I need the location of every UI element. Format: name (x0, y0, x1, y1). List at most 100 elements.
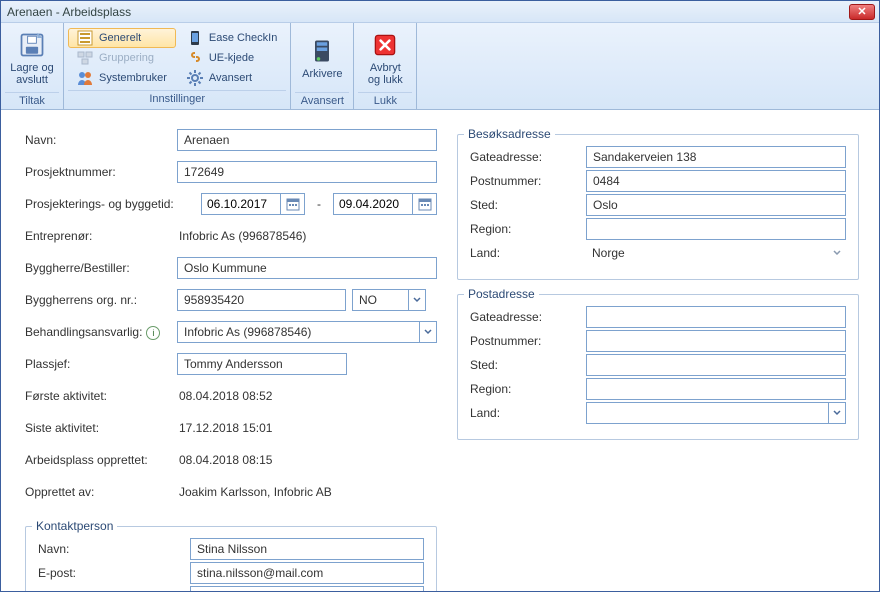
group-icon (77, 50, 93, 66)
besok-region-field[interactable] (586, 218, 846, 240)
siste-value: 17.12.2018 15:01 (177, 421, 272, 435)
label-opprettet: Arbeidsplass opprettet: (25, 453, 171, 467)
behandlings-combo[interactable] (177, 321, 437, 343)
byggherre-field[interactable] (177, 257, 437, 279)
label-post-sted: Sted: (470, 358, 580, 372)
ribbon-label-ue-kjede: UE-kjede (209, 52, 254, 64)
ribbon-btn-ue-kjede[interactable]: UE-kjede (178, 48, 286, 68)
besok-post-field[interactable] (586, 170, 846, 192)
byggherre-org-field[interactable] (177, 289, 346, 311)
besok-land-combo[interactable] (586, 242, 846, 264)
ribbon-group-avansert-label: Avansert (295, 92, 349, 109)
kontakt-mobil-field[interactable] (190, 586, 424, 591)
arkivere-label: Arkivere (302, 68, 342, 80)
ribbon-btn-avansert[interactable]: Avansert (178, 68, 286, 88)
label-prosjektnummer: Prosjektnummer: (25, 165, 171, 179)
ribbon-label-generelt: Generelt (99, 32, 141, 44)
post-gate-field[interactable] (586, 306, 846, 328)
chevron-down-icon (833, 246, 841, 260)
ribbon-group-lukk: Avbryt og lukk Lukk (354, 23, 417, 109)
date-from-picker-button[interactable] (281, 193, 305, 215)
ribbon-btn-systembruker[interactable]: Systembruker (68, 68, 176, 88)
kontakt-fieldset: Kontaktperson Navn: E-post: Mobiltelefon… (25, 526, 437, 591)
besok-legend: Besøksadresse (464, 127, 555, 141)
ribbon-btn-generelt[interactable]: Generelt (68, 28, 176, 48)
arkivere-button[interactable]: Arkivere (295, 26, 349, 90)
label-byggetid: Prosjekterings- og byggetid: (25, 197, 195, 211)
ribbon: Lagre og avslutt Tiltak Generelt Grupper… (1, 23, 879, 110)
label-siste: Siste aktivitet: (25, 421, 171, 435)
content-area: Navn: Prosjektnummer: Prosjekterings- og… (1, 110, 879, 591)
byggherre-country-combo[interactable] (352, 289, 426, 311)
close-button[interactable]: ✕ (849, 4, 875, 20)
date-from-box (201, 193, 305, 215)
behandlings-dropdown-button[interactable] (419, 321, 437, 343)
gear-icon (187, 70, 203, 86)
calendar-icon (285, 196, 301, 212)
date-to-picker-button[interactable] (413, 193, 437, 215)
chevron-down-icon (424, 325, 432, 339)
close-icon: ✕ (857, 5, 866, 18)
label-behandlings: Behandlingsansvarlig:i (25, 325, 171, 340)
date-from-field[interactable] (201, 193, 281, 215)
besok-gate-field[interactable] (586, 146, 846, 168)
besok-land-dropdown-button[interactable] (828, 242, 846, 264)
post-post-field[interactable] (586, 330, 846, 352)
behandlings-field[interactable] (177, 321, 419, 343)
prosjektnummer-field[interactable] (177, 161, 437, 183)
plassjef-field[interactable] (177, 353, 347, 375)
phone-icon (187, 30, 203, 46)
label-entreprenor: Entreprenør: (25, 229, 171, 243)
ribbon-btn-ease-checkin[interactable]: Ease CheckIn (178, 28, 286, 48)
info-icon[interactable]: i (146, 326, 160, 340)
label-post-land: Land: (470, 406, 580, 420)
byggherre-country-dropdown-button[interactable] (408, 289, 426, 311)
date-separator: - (317, 197, 321, 211)
navn-field[interactable] (177, 129, 437, 151)
label-plassjef: Plassjef: (25, 357, 171, 371)
post-land-field[interactable] (586, 402, 828, 424)
post-sted-field[interactable] (586, 354, 846, 376)
label-besok-land: Land: (470, 246, 580, 260)
ribbon-label-systembruker: Systembruker (99, 72, 167, 84)
post-land-dropdown-button[interactable] (828, 402, 846, 424)
date-to-field[interactable] (333, 193, 413, 215)
label-kontakt-navn: Navn: (38, 542, 184, 556)
cancel-icon (370, 30, 400, 60)
besok-fieldset: Besøksadresse Gateadresse: Postnummer: S… (457, 134, 859, 280)
chain-icon (187, 50, 203, 66)
ribbon-label-gruppering: Gruppering (99, 52, 154, 64)
postadr-legend: Postadresse (464, 287, 539, 301)
right-column: Besøksadresse Gateadresse: Postnummer: S… (457, 128, 859, 581)
post-land-combo[interactable] (586, 402, 846, 424)
ribbon-group-lukk-label: Lukk (358, 92, 412, 109)
label-forste: Første aktivitet: (25, 389, 171, 403)
kontakt-navn-field[interactable] (190, 538, 424, 560)
besok-sted-field[interactable] (586, 194, 846, 216)
label-kontakt-epost: E-post: (38, 566, 184, 580)
ribbon-group-innstillinger-label: Innstillinger (68, 90, 286, 107)
label-besok-region: Region: (470, 222, 580, 236)
forste-value: 08.04.2018 08:52 (177, 389, 272, 403)
ribbon-group-innstillinger: Generelt Gruppering Systembruker Ease Ch… (64, 23, 291, 109)
chevron-down-icon (833, 406, 841, 420)
ribbon-group-tiltak-label: Tiltak (5, 92, 59, 109)
byggherre-country-field[interactable] (352, 289, 408, 311)
app-window: Arenaen - Arbeidsplass ✕ Lagre og avslut… (0, 0, 880, 592)
avbryt-lukk-label: Avbryt og lukk (368, 62, 403, 86)
server-icon (307, 36, 337, 66)
kontakt-legend: Kontaktperson (32, 519, 117, 533)
entreprenor-value: Infobric As (996878546) (177, 229, 306, 243)
save-exit-button[interactable]: Lagre og avslutt (5, 26, 59, 90)
label-besok-gate: Gateadresse: (470, 150, 580, 164)
label-navn: Navn: (25, 133, 171, 147)
avbryt-lukk-button[interactable]: Avbryt og lukk (358, 26, 412, 90)
ribbon-btn-gruppering[interactable]: Gruppering (68, 48, 176, 68)
label-besok-post: Postnummer: (470, 174, 580, 188)
post-region-field[interactable] (586, 378, 846, 400)
kontakt-epost-field[interactable] (190, 562, 424, 584)
besok-land-field (586, 242, 828, 264)
label-kontakt-mobil: Mobiltelefon: (38, 590, 184, 591)
label-opprettet-av: Opprettet av: (25, 485, 171, 499)
label-byggherre-org: Byggherrens org. nr.: (25, 293, 171, 307)
